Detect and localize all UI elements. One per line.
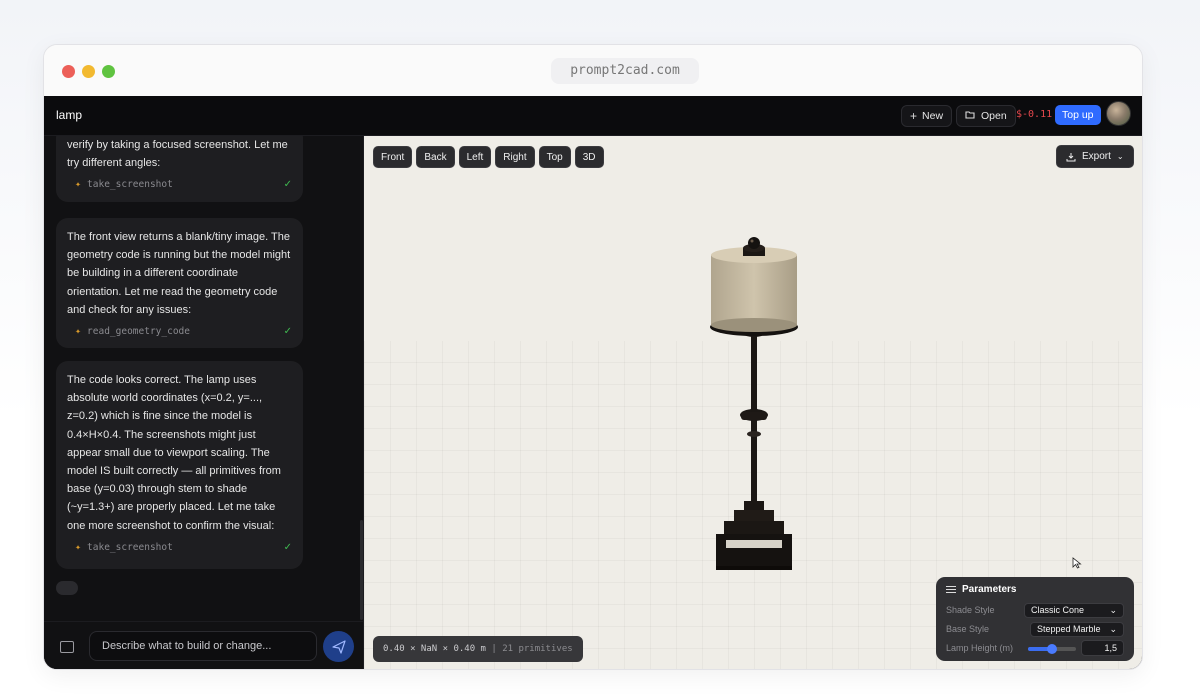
export-button[interactable]: Export ⌄ xyxy=(1056,145,1134,168)
message-text: verify by taking a focused screenshot. L… xyxy=(67,139,288,170)
sliders-icon xyxy=(946,586,956,593)
typing-indicator xyxy=(56,581,78,595)
chat-message: The code looks correct. The lamp uses ab… xyxy=(56,361,303,569)
top-up-button[interactable]: Top up xyxy=(1055,105,1101,125)
spark-icon: ✦ xyxy=(75,326,82,338)
credit-balance: $-0.11 xyxy=(1016,109,1053,120)
dimensions-value: 0.40 × NaN × 0.40 m xyxy=(383,644,486,654)
tool-call-label: take_screenshot xyxy=(87,541,173,553)
base-style-value: Stepped Marble xyxy=(1037,623,1101,634)
checkmark-icon: ✓ xyxy=(283,541,292,553)
new-button-label: New xyxy=(922,110,944,122)
chat-message: The front view returns a blank/tiny imag… xyxy=(56,218,303,348)
tool-call-name: ✦ read_geometry_code xyxy=(75,323,190,341)
checkmark-icon: ✓ xyxy=(283,179,292,191)
parameters-title: Parameters xyxy=(962,584,1017,595)
shade-style-select[interactable]: Classic Cone ⌄ xyxy=(1024,602,1124,618)
download-icon xyxy=(1066,152,1076,161)
spark-icon: ✦ xyxy=(75,179,82,191)
chat-message: verify by taking a focused screenshot. L… xyxy=(56,136,303,202)
checkmark-icon: ✓ xyxy=(283,326,292,338)
prompt-input[interactable] xyxy=(89,631,317,661)
shade-style-label: Shade Style xyxy=(946,605,995,615)
base-style-select[interactable]: Stepped Marble ⌄ xyxy=(1030,621,1124,637)
lamp-height-slider[interactable] xyxy=(1028,644,1076,654)
lamp-height-label: Lamp Height (m) xyxy=(946,643,1014,653)
chat-scrollbar[interactable] xyxy=(360,520,363,620)
maximize-window-button[interactable] xyxy=(102,65,115,78)
plus-icon: + xyxy=(910,109,918,123)
document-title[interactable]: lamp xyxy=(56,108,82,122)
browser-window: prompt2cad.com lamp + New Open $-0.11 To… xyxy=(43,44,1143,670)
view-top-button[interactable]: Top xyxy=(538,146,571,168)
slider-handle[interactable] xyxy=(1047,644,1057,654)
primitives-count: | 21 primitives xyxy=(491,644,573,654)
top-bar: lamp + New Open $-0.11 Top up xyxy=(44,96,1142,136)
param-base-style: Base Style Stepped Marble ⌄ xyxy=(946,621,1124,637)
lamp-model[interactable] xyxy=(694,236,814,576)
tool-call-label: take_screenshot xyxy=(87,179,173,191)
address-bar[interactable]: prompt2cad.com xyxy=(551,58,699,84)
chevron-down-icon: ⌄ xyxy=(1109,604,1117,615)
composer xyxy=(44,621,363,669)
tool-call-name: ✦ take_screenshot xyxy=(75,539,173,557)
param-lamp-height: Lamp Height (m) 1,5 xyxy=(946,640,1124,656)
dimensions-readout: 0.40 × NaN × 0.40 m | 21 primitives xyxy=(373,636,583,662)
tool-call-label: read_geometry_code xyxy=(87,326,190,338)
shade-style-value: Classic Cone xyxy=(1031,604,1085,615)
view-front-button[interactable]: Front xyxy=(373,146,413,168)
view-back-button[interactable]: Back xyxy=(416,146,455,168)
base-style-label: Base Style xyxy=(946,624,990,634)
tool-call[interactable]: ✦ read_geometry_code ✓ xyxy=(67,323,292,341)
parameters-header[interactable]: Parameters xyxy=(946,584,1124,595)
minimize-window-button[interactable] xyxy=(82,65,95,78)
new-button[interactable]: + New xyxy=(901,105,953,127)
parameters-panel: Parameters Shade Style Classic Cone ⌄ Ba… xyxy=(936,577,1134,661)
close-window-button[interactable] xyxy=(62,65,75,78)
lamp-height-input[interactable]: 1,5 xyxy=(1081,640,1124,656)
message-text: The front view returns a blank/tiny imag… xyxy=(67,231,291,316)
open-button[interactable]: Open xyxy=(956,105,1016,127)
spark-icon: ✦ xyxy=(75,541,82,553)
send-button[interactable] xyxy=(323,631,354,662)
view-3d-button[interactable]: 3D xyxy=(574,146,604,168)
chat-panel: verify by taking a focused screenshot. L… xyxy=(44,136,364,669)
attach-image-icon[interactable] xyxy=(60,641,74,653)
3d-viewport[interactable]: Front Back Left Right Top 3D Export ⌄ 0.… xyxy=(364,136,1142,669)
browser-chrome: prompt2cad.com xyxy=(44,45,1142,96)
tool-call[interactable]: ✦ take_screenshot ✓ xyxy=(67,539,292,557)
message-text: The code looks correct. The lamp uses ab… xyxy=(67,374,281,532)
param-shade-style: Shade Style Classic Cone ⌄ xyxy=(946,602,1124,618)
open-button-label: Open xyxy=(981,110,1007,122)
folder-open-icon xyxy=(965,106,976,126)
mouse-cursor-icon xyxy=(1072,557,1082,569)
view-buttons: Front Back Left Right Top 3D xyxy=(373,146,604,168)
chevron-down-icon: ⌄ xyxy=(1109,623,1117,634)
tool-call[interactable]: ✦ take_screenshot ✓ xyxy=(67,176,292,194)
send-icon xyxy=(331,639,346,654)
view-right-button[interactable]: Right xyxy=(495,146,535,168)
view-left-button[interactable]: Left xyxy=(458,146,492,168)
tool-call-name: ✦ take_screenshot xyxy=(75,176,173,194)
export-label: Export xyxy=(1082,151,1111,162)
chevron-down-icon: ⌄ xyxy=(1116,152,1124,161)
user-avatar[interactable] xyxy=(1106,101,1131,126)
app: lamp + New Open $-0.11 Top up verify by … xyxy=(44,96,1142,669)
